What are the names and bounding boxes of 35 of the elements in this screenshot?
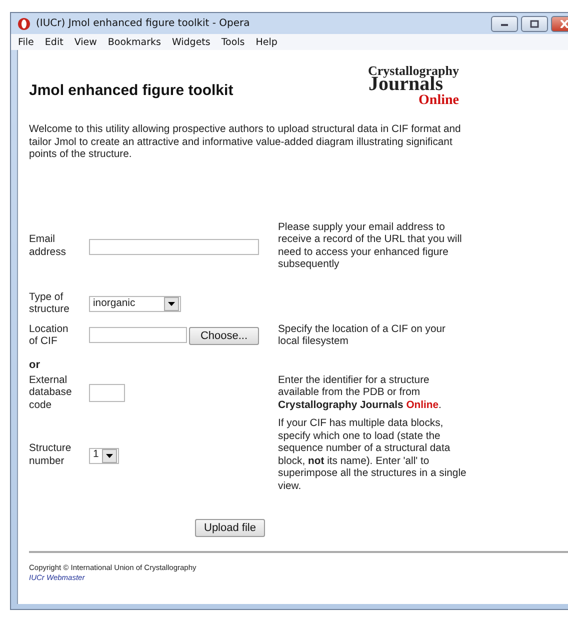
field-label: Email address	[29, 234, 67, 259]
menu-item[interactable]: Help	[256, 36, 278, 48]
menu-item[interactable]: Widgets	[172, 36, 210, 48]
close-icon	[560, 20, 568, 28]
menu-item[interactable]: View	[74, 36, 97, 48]
field-label: External database code	[29, 374, 73, 412]
minimize-button[interactable]	[491, 16, 518, 32]
menu-item[interactable]: Bookmarks	[108, 36, 161, 48]
window-title: (IUCr) Jmol enhanced figure toolkit - Opera	[36, 18, 250, 29]
dropdown-arrow-icon	[168, 302, 175, 306]
intro-paragraph: Welcome to this utility allowing prospective authors to upload structural data in CIF format and tailor Jmol to create an attractive and informative value-added diagram illustrating significant points of the structure.	[29, 124, 462, 162]
file-path-field[interactable]	[89, 327, 187, 343]
field-label: Type of structure	[29, 292, 70, 316]
menu-item[interactable]: Edit	[44, 36, 64, 48]
maximize-icon	[530, 20, 539, 28]
or-separator: or	[29, 358, 41, 370]
dropdown-arrow-icon	[106, 454, 113, 458]
page-heading: Jmol enhanced figure toolkit	[29, 82, 234, 98]
help-text: If your CIF has multiple data blocks, specify which one to load (state the sequence number of a structural data block, not its name). Enter 'all' to superimpose all the structures in a single view.	[278, 418, 468, 493]
field-label: Location of CIF	[29, 324, 70, 348]
structure-type-dropdown[interactable]: inorganic	[89, 296, 181, 312]
database-code-field[interactable]	[89, 384, 125, 402]
help-text: Specify the location of a CIF on your local filesystem	[278, 324, 446, 348]
upload-button[interactable]: Upload file	[195, 519, 265, 537]
help-text: Enter the identifier for a structure available from the PDB or from Crystallography Journals Online.	[278, 374, 442, 412]
journal-logo: Crystallography Journals Online	[368, 62, 459, 108]
menu-item[interactable]: File	[18, 36, 34, 48]
structure-number-dropdown[interactable]: 1	[89, 448, 119, 464]
help-text: Please supply your email address to receive a record of the URL that you will need to access your enhanced figure subsequently	[278, 222, 463, 272]
email-field[interactable]	[89, 238, 259, 254]
browser-logo-icon	[17, 16, 31, 30]
menu-item[interactable]: Tools	[221, 36, 245, 48]
maximize-button[interactable]	[521, 16, 548, 32]
choose-button[interactable]: Choose...	[189, 327, 259, 345]
field-label: Structure number	[29, 443, 72, 468]
